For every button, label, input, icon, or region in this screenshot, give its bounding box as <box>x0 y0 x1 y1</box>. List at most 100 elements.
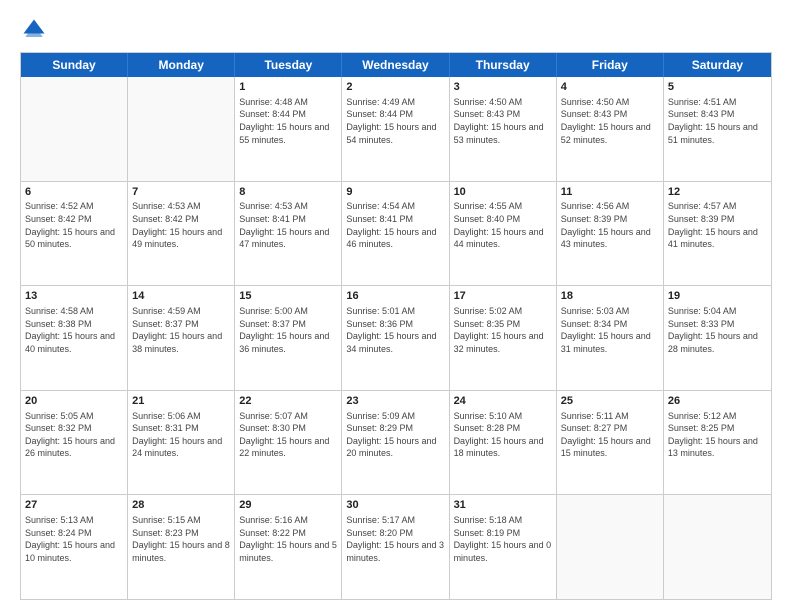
cell-info: Sunrise: 5:04 AM Sunset: 8:33 PM Dayligh… <box>668 305 767 355</box>
calendar-cell-day-7: 7Sunrise: 4:53 AM Sunset: 8:42 PM Daylig… <box>128 182 235 286</box>
cell-info: Sunrise: 4:55 AM Sunset: 8:40 PM Dayligh… <box>454 200 552 250</box>
calendar-cell-day-28: 28Sunrise: 5:15 AM Sunset: 8:23 PM Dayli… <box>128 495 235 599</box>
cell-info: Sunrise: 4:50 AM Sunset: 8:43 PM Dayligh… <box>561 96 659 146</box>
calendar-cell-empty <box>557 495 664 599</box>
calendar-cell-day-3: 3Sunrise: 4:50 AM Sunset: 8:43 PM Daylig… <box>450 77 557 181</box>
calendar-row-1: 6Sunrise: 4:52 AM Sunset: 8:42 PM Daylig… <box>21 182 771 287</box>
calendar-cell-day-23: 23Sunrise: 5:09 AM Sunset: 8:29 PM Dayli… <box>342 391 449 495</box>
day-number: 29 <box>239 498 337 513</box>
calendar-cell-day-5: 5Sunrise: 4:51 AM Sunset: 8:43 PM Daylig… <box>664 77 771 181</box>
day-number: 25 <box>561 394 659 409</box>
cell-info: Sunrise: 4:54 AM Sunset: 8:41 PM Dayligh… <box>346 200 444 250</box>
calendar-cell-day-22: 22Sunrise: 5:07 AM Sunset: 8:30 PM Dayli… <box>235 391 342 495</box>
calendar-cell-day-20: 20Sunrise: 5:05 AM Sunset: 8:32 PM Dayli… <box>21 391 128 495</box>
calendar-cell-day-29: 29Sunrise: 5:16 AM Sunset: 8:22 PM Dayli… <box>235 495 342 599</box>
calendar-row-0: 1Sunrise: 4:48 AM Sunset: 8:44 PM Daylig… <box>21 77 771 182</box>
day-number: 14 <box>132 289 230 304</box>
calendar-cell-day-18: 18Sunrise: 5:03 AM Sunset: 8:34 PM Dayli… <box>557 286 664 390</box>
day-number: 3 <box>454 80 552 95</box>
day-number: 12 <box>668 185 767 200</box>
cell-info: Sunrise: 5:12 AM Sunset: 8:25 PM Dayligh… <box>668 410 767 460</box>
cell-info: Sunrise: 5:01 AM Sunset: 8:36 PM Dayligh… <box>346 305 444 355</box>
day-number: 17 <box>454 289 552 304</box>
calendar-page: SundayMondayTuesdayWednesdayThursdayFrid… <box>0 0 792 612</box>
cell-info: Sunrise: 5:09 AM Sunset: 8:29 PM Dayligh… <box>346 410 444 460</box>
cell-info: Sunrise: 5:17 AM Sunset: 8:20 PM Dayligh… <box>346 514 444 564</box>
cell-info: Sunrise: 5:11 AM Sunset: 8:27 PM Dayligh… <box>561 410 659 460</box>
calendar-cell-day-11: 11Sunrise: 4:56 AM Sunset: 8:39 PM Dayli… <box>557 182 664 286</box>
day-number: 7 <box>132 185 230 200</box>
day-number: 18 <box>561 289 659 304</box>
calendar-cell-day-15: 15Sunrise: 5:00 AM Sunset: 8:37 PM Dayli… <box>235 286 342 390</box>
weekday-header-monday: Monday <box>128 53 235 77</box>
calendar-row-2: 13Sunrise: 4:58 AM Sunset: 8:38 PM Dayli… <box>21 286 771 391</box>
day-number: 19 <box>668 289 767 304</box>
day-number: 2 <box>346 80 444 95</box>
calendar-cell-day-27: 27Sunrise: 5:13 AM Sunset: 8:24 PM Dayli… <box>21 495 128 599</box>
day-number: 11 <box>561 185 659 200</box>
day-number: 13 <box>25 289 123 304</box>
cell-info: Sunrise: 5:02 AM Sunset: 8:35 PM Dayligh… <box>454 305 552 355</box>
weekday-header-thursday: Thursday <box>450 53 557 77</box>
cell-info: Sunrise: 4:53 AM Sunset: 8:41 PM Dayligh… <box>239 200 337 250</box>
day-number: 15 <box>239 289 337 304</box>
day-number: 30 <box>346 498 444 513</box>
calendar-cell-day-16: 16Sunrise: 5:01 AM Sunset: 8:36 PM Dayli… <box>342 286 449 390</box>
calendar-cell-day-21: 21Sunrise: 5:06 AM Sunset: 8:31 PM Dayli… <box>128 391 235 495</box>
cell-info: Sunrise: 5:15 AM Sunset: 8:23 PM Dayligh… <box>132 514 230 564</box>
day-number: 6 <box>25 185 123 200</box>
calendar: SundayMondayTuesdayWednesdayThursdayFrid… <box>20 52 772 600</box>
cell-info: Sunrise: 4:48 AM Sunset: 8:44 PM Dayligh… <box>239 96 337 146</box>
header <box>20 16 772 44</box>
day-number: 22 <box>239 394 337 409</box>
day-number: 9 <box>346 185 444 200</box>
logo <box>20 16 52 44</box>
weekday-header-saturday: Saturday <box>664 53 771 77</box>
calendar-cell-day-30: 30Sunrise: 5:17 AM Sunset: 8:20 PM Dayli… <box>342 495 449 599</box>
cell-info: Sunrise: 5:06 AM Sunset: 8:31 PM Dayligh… <box>132 410 230 460</box>
day-number: 24 <box>454 394 552 409</box>
weekday-header-sunday: Sunday <box>21 53 128 77</box>
calendar-cell-day-8: 8Sunrise: 4:53 AM Sunset: 8:41 PM Daylig… <box>235 182 342 286</box>
day-number: 16 <box>346 289 444 304</box>
day-number: 21 <box>132 394 230 409</box>
calendar-cell-day-9: 9Sunrise: 4:54 AM Sunset: 8:41 PM Daylig… <box>342 182 449 286</box>
day-number: 23 <box>346 394 444 409</box>
day-number: 4 <box>561 80 659 95</box>
cell-info: Sunrise: 4:56 AM Sunset: 8:39 PM Dayligh… <box>561 200 659 250</box>
cell-info: Sunrise: 5:03 AM Sunset: 8:34 PM Dayligh… <box>561 305 659 355</box>
cell-info: Sunrise: 4:50 AM Sunset: 8:43 PM Dayligh… <box>454 96 552 146</box>
calendar-cell-day-10: 10Sunrise: 4:55 AM Sunset: 8:40 PM Dayli… <box>450 182 557 286</box>
calendar-cell-empty <box>21 77 128 181</box>
calendar-header: SundayMondayTuesdayWednesdayThursdayFrid… <box>21 53 771 77</box>
cell-info: Sunrise: 4:57 AM Sunset: 8:39 PM Dayligh… <box>668 200 767 250</box>
day-number: 8 <box>239 185 337 200</box>
cell-info: Sunrise: 5:18 AM Sunset: 8:19 PM Dayligh… <box>454 514 552 564</box>
calendar-cell-day-13: 13Sunrise: 4:58 AM Sunset: 8:38 PM Dayli… <box>21 286 128 390</box>
day-number: 5 <box>668 80 767 95</box>
day-number: 10 <box>454 185 552 200</box>
cell-info: Sunrise: 4:49 AM Sunset: 8:44 PM Dayligh… <box>346 96 444 146</box>
calendar-cell-day-25: 25Sunrise: 5:11 AM Sunset: 8:27 PM Dayli… <box>557 391 664 495</box>
calendar-cell-day-17: 17Sunrise: 5:02 AM Sunset: 8:35 PM Dayli… <box>450 286 557 390</box>
calendar-cell-day-24: 24Sunrise: 5:10 AM Sunset: 8:28 PM Dayli… <box>450 391 557 495</box>
day-number: 26 <box>668 394 767 409</box>
calendar-row-3: 20Sunrise: 5:05 AM Sunset: 8:32 PM Dayli… <box>21 391 771 496</box>
cell-info: Sunrise: 5:16 AM Sunset: 8:22 PM Dayligh… <box>239 514 337 564</box>
cell-info: Sunrise: 4:53 AM Sunset: 8:42 PM Dayligh… <box>132 200 230 250</box>
weekday-header-friday: Friday <box>557 53 664 77</box>
calendar-cell-day-6: 6Sunrise: 4:52 AM Sunset: 8:42 PM Daylig… <box>21 182 128 286</box>
logo-icon <box>20 16 48 44</box>
cell-info: Sunrise: 4:51 AM Sunset: 8:43 PM Dayligh… <box>668 96 767 146</box>
cell-info: Sunrise: 5:05 AM Sunset: 8:32 PM Dayligh… <box>25 410 123 460</box>
calendar-cell-day-19: 19Sunrise: 5:04 AM Sunset: 8:33 PM Dayli… <box>664 286 771 390</box>
day-number: 20 <box>25 394 123 409</box>
day-number: 31 <box>454 498 552 513</box>
calendar-cell-day-2: 2Sunrise: 4:49 AM Sunset: 8:44 PM Daylig… <box>342 77 449 181</box>
calendar-cell-day-4: 4Sunrise: 4:50 AM Sunset: 8:43 PM Daylig… <box>557 77 664 181</box>
calendar-cell-day-31: 31Sunrise: 5:18 AM Sunset: 8:19 PM Dayli… <box>450 495 557 599</box>
cell-info: Sunrise: 5:10 AM Sunset: 8:28 PM Dayligh… <box>454 410 552 460</box>
cell-info: Sunrise: 5:00 AM Sunset: 8:37 PM Dayligh… <box>239 305 337 355</box>
day-number: 1 <box>239 80 337 95</box>
calendar-row-4: 27Sunrise: 5:13 AM Sunset: 8:24 PM Dayli… <box>21 495 771 599</box>
